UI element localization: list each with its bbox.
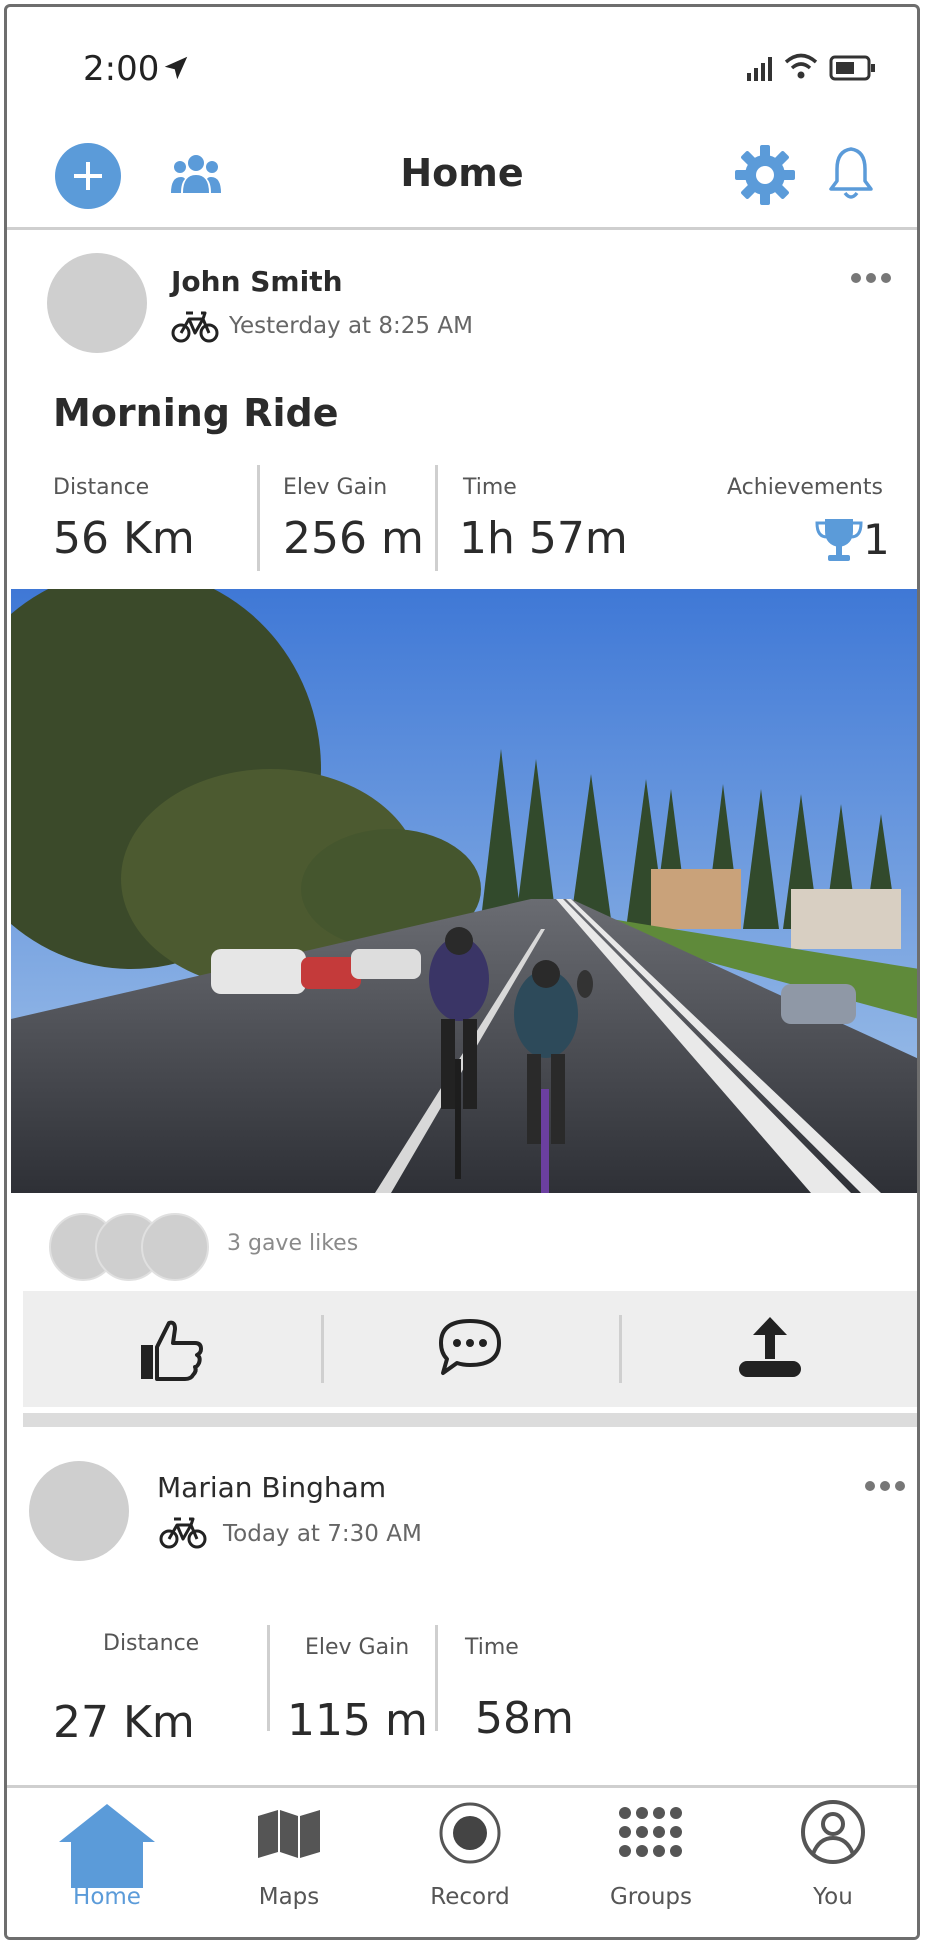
- signal-icon: [747, 57, 772, 81]
- nav-label-you: You: [813, 1884, 853, 1910]
- activity-title[interactable]: Morning Ride: [53, 391, 338, 435]
- cyclists-road-photo: [11, 589, 917, 1193]
- nav-label-record: Record: [430, 1884, 510, 1910]
- activity-photo[interactable]: [11, 589, 917, 1193]
- battery-icon: [829, 55, 875, 81]
- home-icon: [59, 1804, 155, 1888]
- bike-icon: [171, 311, 219, 343]
- stat-value-elev-gain: 115 m: [287, 1695, 428, 1746]
- stat-divider: [435, 465, 438, 571]
- likes-count-text[interactable]: 3 gave likes: [227, 1231, 358, 1256]
- stat-divider: [435, 1625, 438, 1731]
- wifi-icon: [784, 53, 818, 79]
- stat-label-elev-gain: Elev Gain: [283, 475, 388, 500]
- nav-item-maps[interactable]: Maps: [199, 1788, 379, 1937]
- stat-label-time: Time: [463, 475, 517, 500]
- stat-divider: [267, 1625, 270, 1731]
- stat-label-distance: Distance: [103, 1631, 200, 1656]
- nav-label-groups: Groups: [609, 1884, 692, 1910]
- app-header: Home: [7, 117, 917, 230]
- nav-item-record[interactable]: Record: [380, 1788, 560, 1937]
- nav-label-home: Home: [73, 1884, 141, 1910]
- achievements-count: 1: [863, 515, 890, 564]
- stat-label-elev-gain: Elev Gain: [305, 1635, 410, 1660]
- location-arrow-icon: [164, 56, 188, 80]
- author-name[interactable]: Marian Bingham: [157, 1471, 386, 1504]
- like-button[interactable]: [23, 1291, 321, 1407]
- action-bar: [23, 1291, 917, 1407]
- bike-icon: [159, 1517, 207, 1549]
- nav-item-home[interactable]: Home: [17, 1788, 197, 1937]
- stat-value-time: 58m: [475, 1693, 574, 1744]
- nav-label-maps: Maps: [258, 1884, 320, 1910]
- comment-bubble-icon: [439, 1319, 501, 1375]
- share-button[interactable]: [619, 1291, 917, 1407]
- nav-item-you[interactable]: You: [743, 1788, 917, 1937]
- nav-item-groups[interactable]: Groups: [561, 1788, 741, 1937]
- profile-icon: [801, 1800, 865, 1864]
- status-bar: 2:00: [7, 7, 917, 117]
- map-icon: [258, 1810, 320, 1858]
- activity-timestamp: Today at 7:30 AM: [223, 1521, 422, 1547]
- author-name[interactable]: John Smith: [171, 265, 343, 298]
- stat-value-distance: 56 Km: [53, 513, 195, 564]
- stat-label-achievements: Achievements: [727, 475, 883, 500]
- more-options-icon[interactable]: [863, 1479, 907, 1493]
- more-options-icon[interactable]: [849, 271, 893, 285]
- record-icon: [439, 1802, 501, 1864]
- thumbs-up-icon: [141, 1320, 203, 1381]
- status-time: 2:00: [83, 49, 160, 89]
- bottom-nav: Home Maps Record Groups You: [7, 1785, 917, 1937]
- activity-timestamp: Yesterday at 8:25 AM: [229, 313, 473, 339]
- share-upload-icon: [739, 1317, 801, 1377]
- stat-label-distance: Distance: [53, 475, 150, 500]
- stat-label-time: Time: [465, 1635, 519, 1660]
- avatar[interactable]: [29, 1461, 129, 1561]
- liker-avatar: [141, 1213, 209, 1281]
- comment-button[interactable]: [321, 1291, 619, 1407]
- stat-value-elev-gain: 256 m: [283, 513, 424, 564]
- stat-value-time: 1h 57m: [459, 513, 628, 564]
- phone-frame: 2:00 Home John Smith Yesterday at 8:25 A…: [4, 4, 920, 1940]
- groups-grid-icon: [619, 1807, 682, 1857]
- settings-gear-icon[interactable]: [733, 143, 797, 207]
- trophy-icon: [815, 519, 863, 561]
- stat-value-distance: 27 Km: [53, 1697, 195, 1748]
- notification-bell-icon[interactable]: [827, 145, 875, 201]
- avatar[interactable]: [47, 253, 147, 353]
- card-separator: [23, 1413, 917, 1427]
- stat-divider: [257, 465, 260, 571]
